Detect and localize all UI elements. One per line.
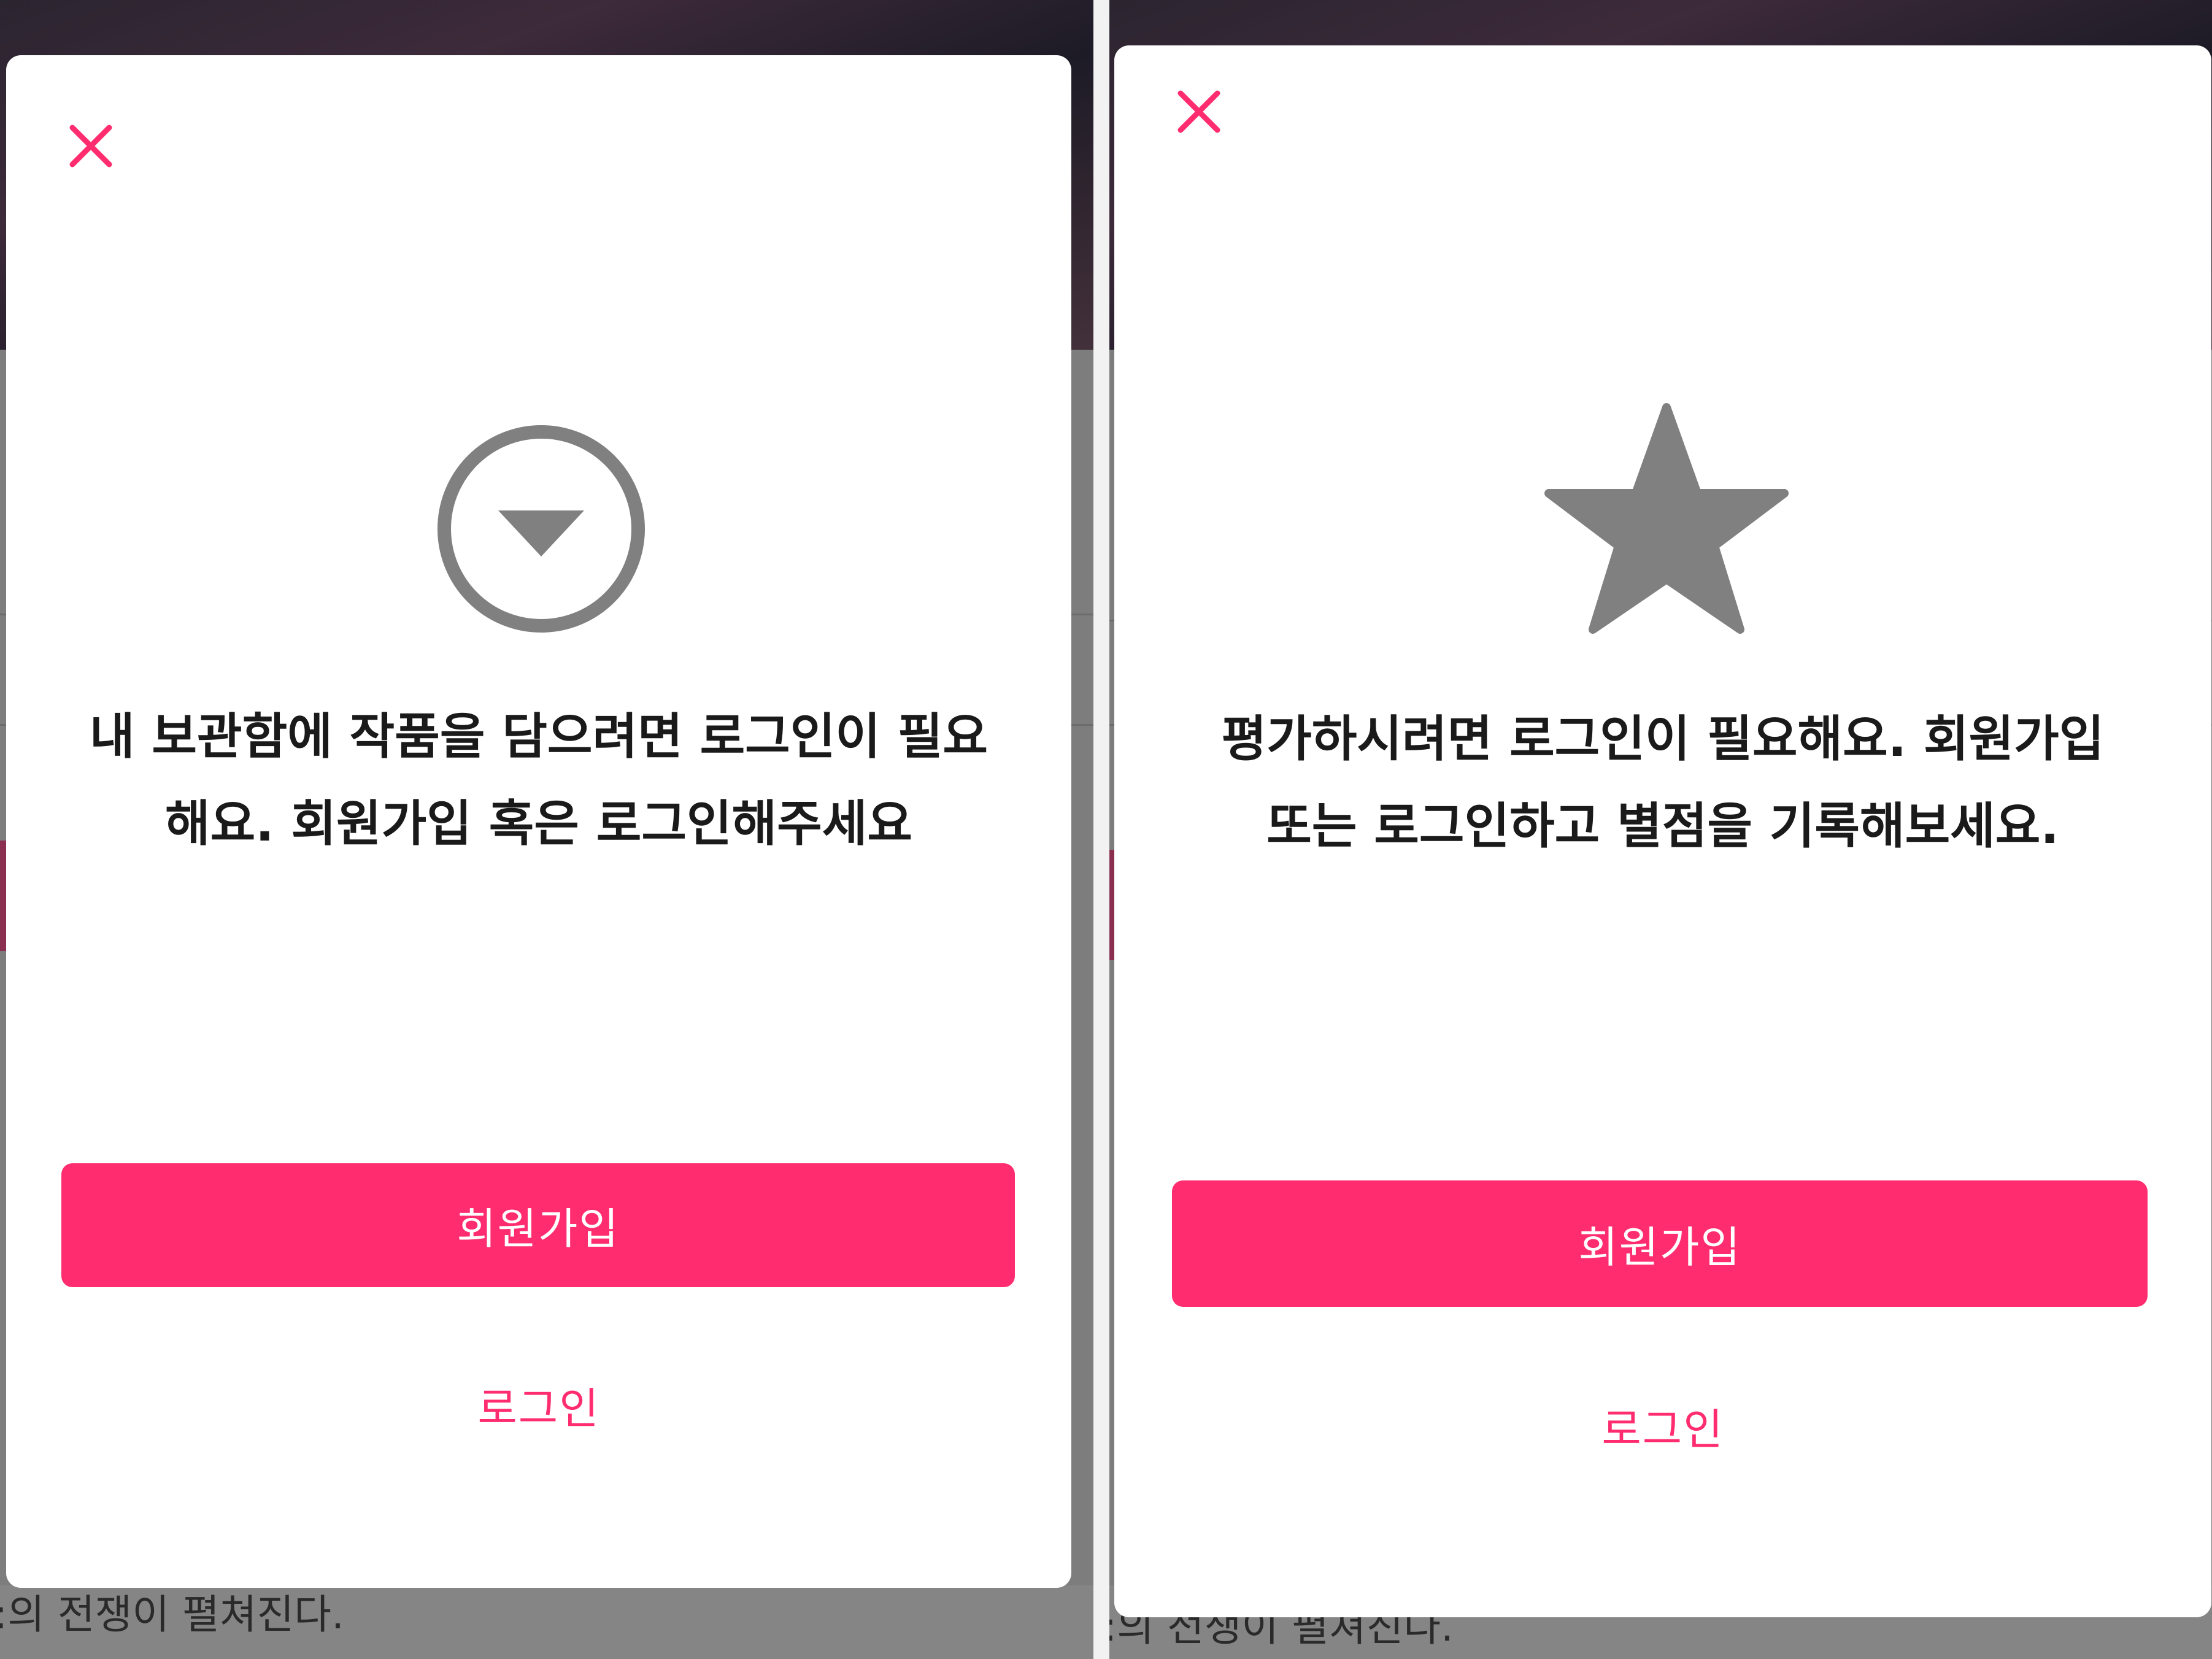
close-button[interactable] [1170, 82, 1228, 141]
signup-button[interactable]: 회원가입 [61, 1163, 1015, 1287]
close-icon [69, 125, 112, 167]
circle-arrow-down-icon [431, 418, 652, 639]
background-caption: :의 전쟁이 펼쳐진다. [0, 1591, 344, 1638]
panel-separator [1093, 0, 1109, 1659]
login-link[interactable]: 로그인 [6, 1374, 1071, 1436]
login-link[interactable]: 로그인 [1114, 1395, 2211, 1457]
close-button[interactable] [61, 117, 120, 175]
close-icon [1177, 90, 1220, 133]
star-icon [1544, 401, 1789, 634]
screenshot-panel-collection: :의 전쟁이 펼쳐진다. 내 보관함에 작품을 담으려면 로그인이 필요 해요.… [0, 0, 1093, 1659]
screenshot-panel-rating: :의 전쟁이 펼쳐진다. 평가하시려면 로그인이 필요해요. 회원가입 또는 로… [1109, 0, 2212, 1659]
dialog-message: 평가하시려면 로그인이 필요해요. 회원가입 또는 로그인하고 별점을 기록해보… [1221, 710, 2105, 855]
rating-login-dialog: 평가하시려면 로그인이 필요해요. 회원가입 또는 로그인하고 별점을 기록해보… [1114, 45, 2211, 1617]
signup-button[interactable]: 회원가입 [1172, 1180, 2148, 1307]
dialog-message: 내 보관함에 작품을 담으려면 로그인이 필요 해요. 회원가입 혹은 로그인해… [89, 708, 988, 852]
login-required-dialog-collection: 내 보관함에 작품을 담으려면 로그인이 필요 해요. 회원가입 혹은 로그인해… [6, 55, 1071, 1588]
